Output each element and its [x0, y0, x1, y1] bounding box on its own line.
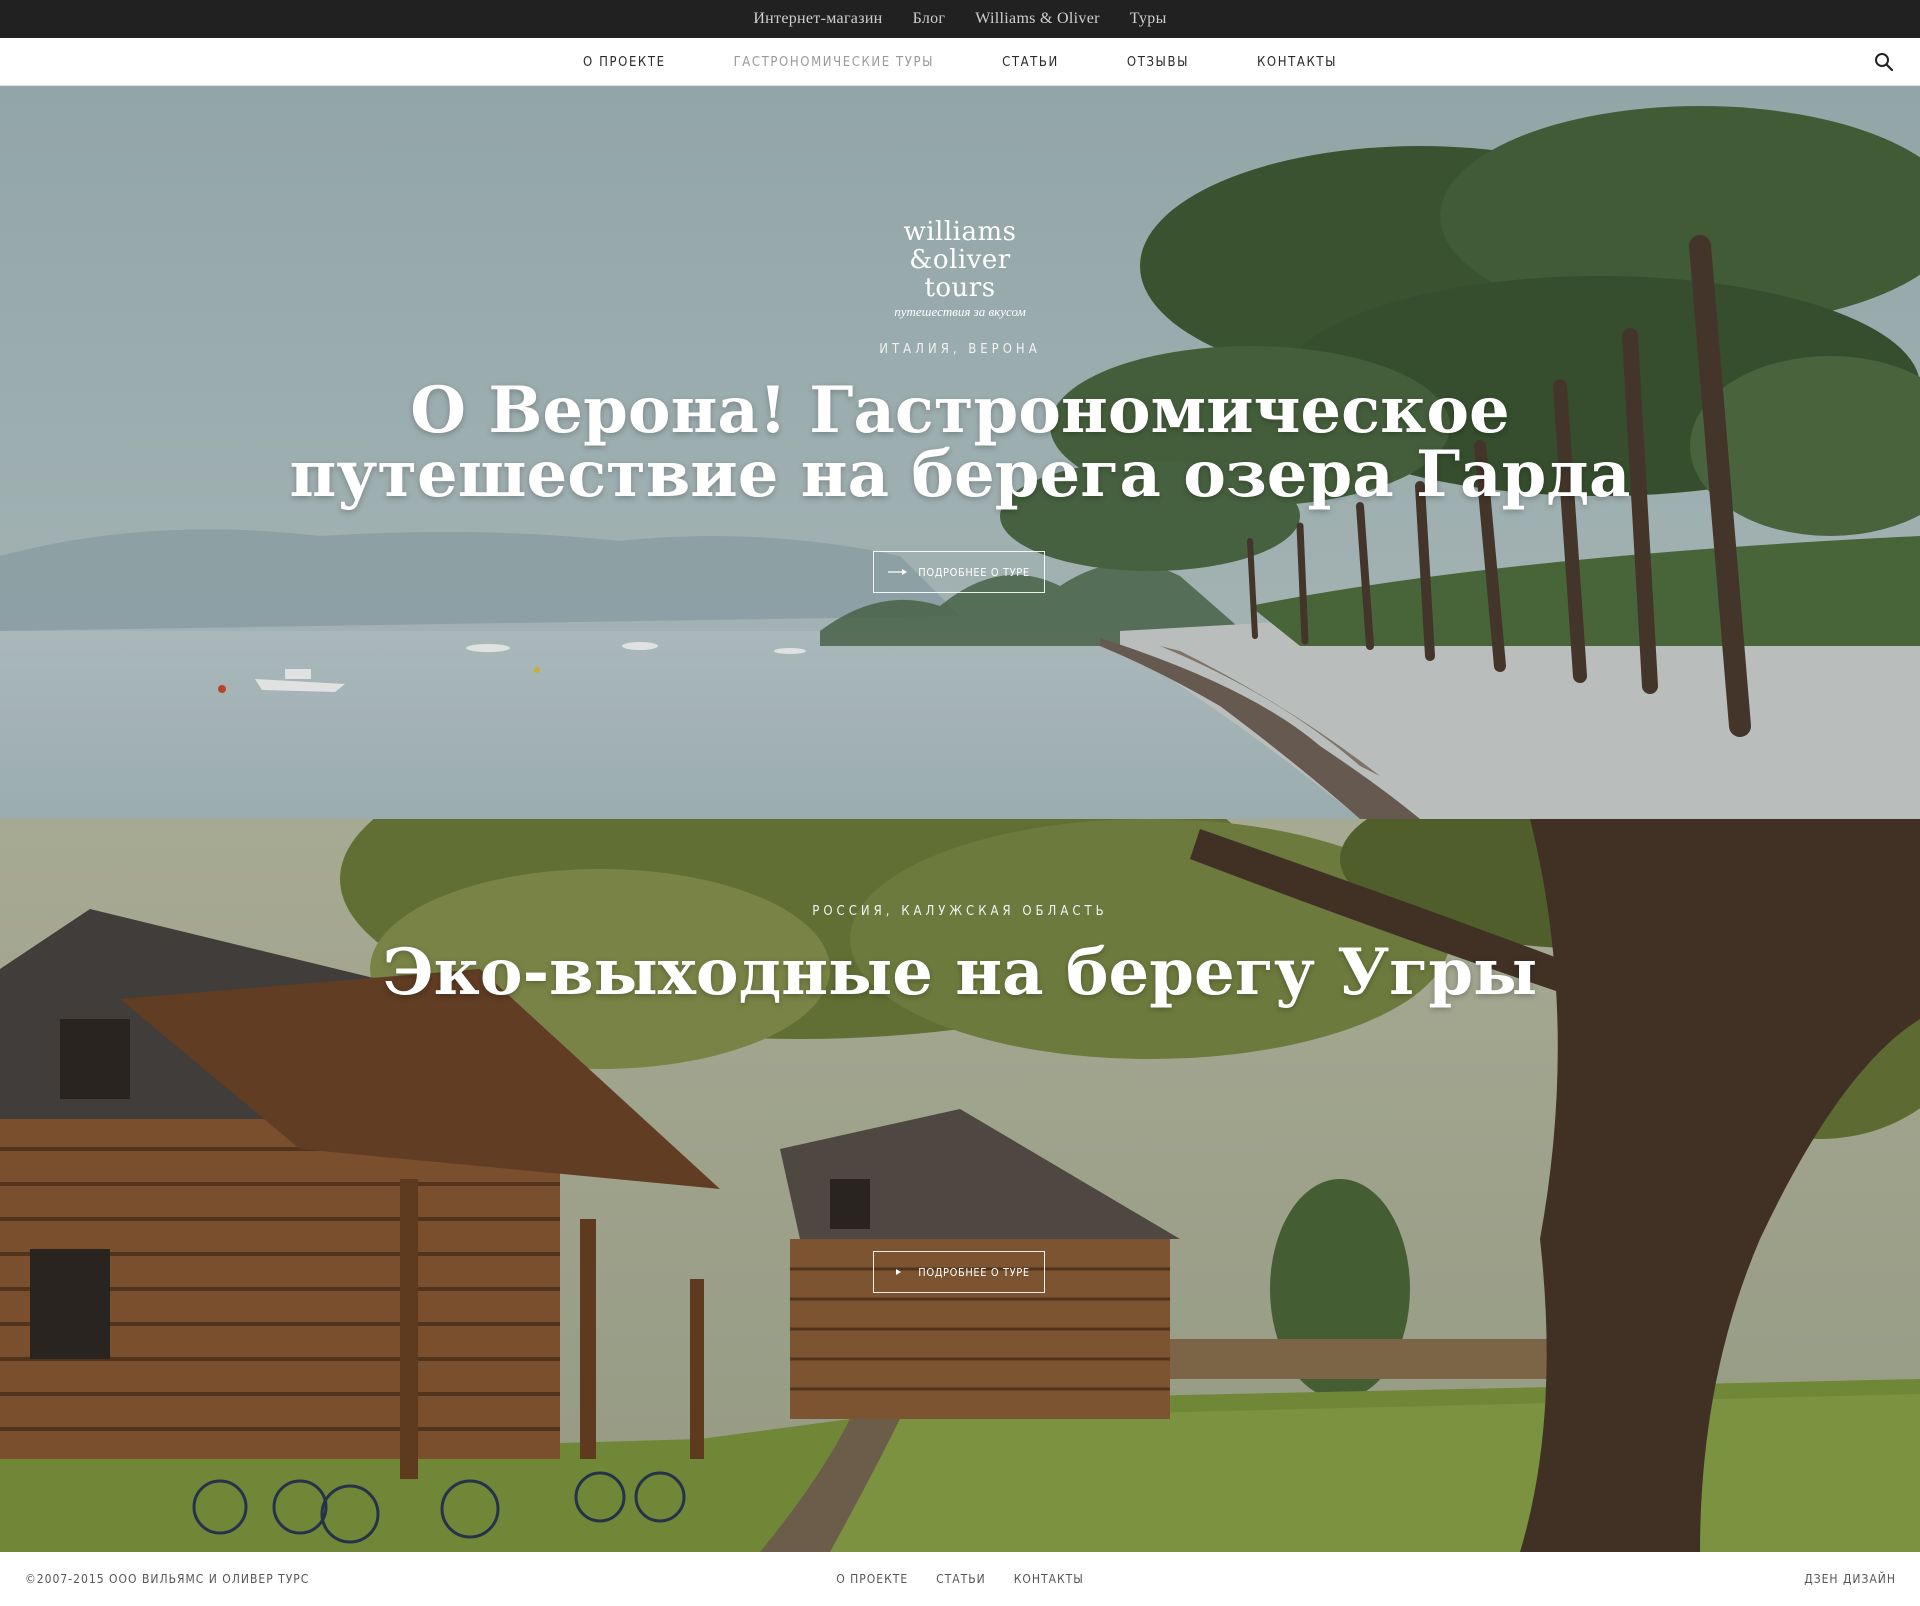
arrow-right-icon: [896, 1269, 902, 1275]
search-button[interactable]: [1874, 52, 1894, 72]
footer-link-articles[interactable]: СТАТЬИ: [936, 1572, 986, 1586]
logo-line-3: tours: [924, 273, 996, 303]
nav-item-reviews[interactable]: ОТЗЫВЫ: [1127, 55, 1189, 70]
log-cabins-photo: [0, 819, 1920, 1552]
designer-credit-link[interactable]: ДЗЕН ДИЗАЙН: [1804, 1572, 1896, 1586]
tour-title-line-2: путешествие на берега озера Гарда: [289, 437, 1631, 512]
topbar-link-blog[interactable]: Блог: [913, 10, 946, 28]
tour-hero-verona: williams &oliver tours путешествия за вк…: [0, 86, 1920, 819]
logo-tagline: путешествия за вкусом: [894, 304, 1026, 319]
topbar-link-tours[interactable]: Туры: [1130, 10, 1167, 28]
search-icon: [1875, 53, 1894, 72]
nav-item-articles[interactable]: СТАТЬИ: [1002, 55, 1059, 70]
tour-details-label: ПОДРОБНЕЕ О ТУРЕ: [918, 1265, 1030, 1279]
site-logo[interactable]: williams &oliver tours путешествия за вк…: [860, 218, 1060, 320]
tour-hero-ugra: РОССИЯ, КАЛУЖСКАЯ ОБЛАСТЬ Эко-выходные н…: [0, 819, 1920, 1552]
nav-item-contacts[interactable]: КОНТАКТЫ: [1257, 55, 1337, 70]
footer: ©2007-2015 ООО ВИЛЬЯМС И ОЛИВЕР ТУРС О П…: [0, 1552, 1920, 1606]
logo-line-2: &oliver: [909, 245, 1011, 275]
topbar-link-williams-oliver[interactable]: Williams & Oliver: [975, 10, 1099, 28]
footer-link-contacts[interactable]: КОНТАКТЫ: [1014, 1572, 1084, 1586]
tour-title-line-1: Эко-выходные на берегу Угры: [382, 935, 1538, 1010]
topbar-link-shop[interactable]: Интернет-магазин: [753, 10, 882, 28]
arrow-right-icon: [888, 569, 908, 575]
logo-line-1: williams: [903, 217, 1017, 247]
main-nav: О ПРОЕКТЕ ГАСТРОНОМИЧЕСКИЕ ТУРЫ СТАТЬИ О…: [0, 38, 1920, 86]
tour-location: РОССИЯ, КАЛУЖСКАЯ ОБЛАСТЬ: [812, 904, 1108, 919]
tour-details-button[interactable]: ПОДРОБНЕЕ О ТУРЕ: [873, 551, 1045, 593]
tour-location: ИТАЛИЯ, ВЕРОНА: [879, 342, 1041, 357]
top-bar: Интернет-магазин Блог Williams & Oliver …: [0, 0, 1920, 38]
tour-title: О Верона! Гастрономическое путешествие н…: [0, 379, 1920, 507]
nav-item-about[interactable]: О ПРОЕКТЕ: [583, 55, 666, 70]
footer-link-about[interactable]: О ПРОЕКТЕ: [836, 1572, 908, 1586]
footer-nav: О ПРОЕКТЕ СТАТЬИ КОНТАКТЫ: [0, 1572, 1920, 1586]
tour-details-button[interactable]: ПОДРОБНЕЕ О ТУРЕ: [873, 1251, 1045, 1293]
tour-details-label: ПОДРОБНЕЕ О ТУРЕ: [918, 565, 1030, 579]
tour-title-line-1: О Верона! Гастрономическое: [410, 373, 1510, 448]
tour-title: Эко-выходные на берегу Угры: [0, 941, 1920, 1005]
nav-item-gastro-tours[interactable]: ГАСТРОНОМИЧЕСКИЕ ТУРЫ: [734, 55, 935, 70]
